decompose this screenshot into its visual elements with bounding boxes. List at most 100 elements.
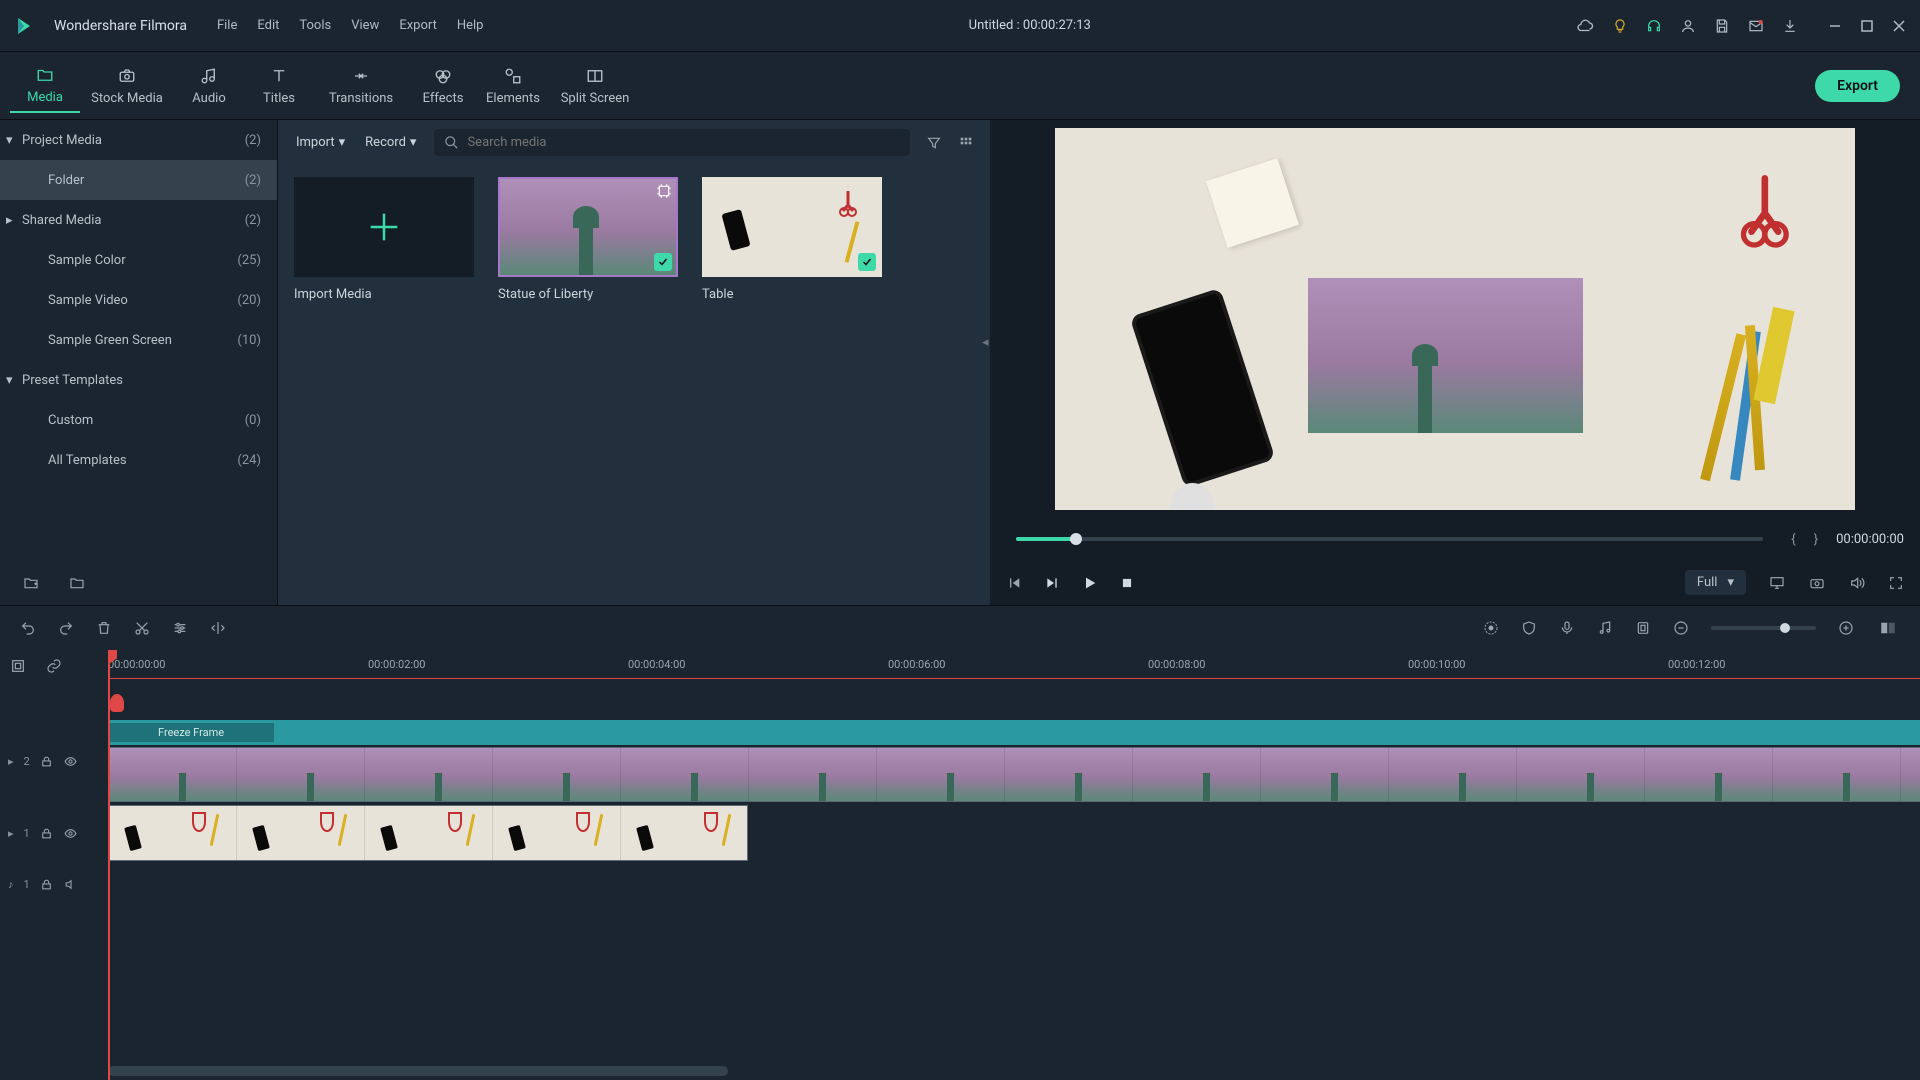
mail-icon[interactable] (1748, 18, 1764, 34)
fullscreen-icon[interactable] (1888, 575, 1904, 591)
zoom-slider[interactable] (1711, 626, 1816, 630)
sidebar-sample-green-screen[interactable]: Sample Green Screen(10) (0, 320, 277, 360)
lock-icon[interactable] (40, 827, 53, 840)
close-icon[interactable] (1892, 19, 1906, 33)
tab-split-screen[interactable]: Split Screen (548, 59, 642, 112)
grid-view-icon[interactable] (958, 135, 974, 151)
menu-file[interactable]: File (217, 18, 237, 33)
menu-tools[interactable]: Tools (299, 18, 331, 33)
timeline-ruler[interactable]: 00:00:00:00 00:00:02:00 00:00:04:00 00:0… (108, 650, 1920, 720)
cut-icon[interactable] (134, 620, 150, 636)
media-tile-table[interactable]: Table (702, 177, 882, 302)
sidebar-preset-templates[interactable]: ▾ Preset Templates (0, 360, 277, 400)
import-dropdown[interactable]: Import ▾ (294, 131, 347, 154)
track-head-a1[interactable]: ♪1 (0, 864, 108, 904)
search-input[interactable] (467, 135, 900, 150)
step-forward-icon[interactable] (1044, 575, 1060, 591)
lightbulb-icon[interactable] (1612, 18, 1628, 34)
tab-titles[interactable]: Titles (244, 59, 314, 112)
track-head-v1[interactable]: ▸1 (0, 802, 108, 864)
headphones-icon[interactable] (1646, 18, 1662, 34)
playhead[interactable] (108, 650, 110, 1080)
volume-icon[interactable] (1848, 575, 1866, 591)
download-icon[interactable] (1782, 18, 1798, 34)
display-icon[interactable] (1768, 575, 1786, 591)
tab-audio[interactable]: Audio (174, 59, 244, 112)
marker-icon[interactable] (1635, 620, 1651, 636)
menu-view[interactable]: View (351, 18, 379, 33)
minimize-icon[interactable] (1828, 19, 1842, 33)
lock-icon[interactable] (40, 755, 53, 768)
user-icon[interactable] (1680, 18, 1696, 34)
check-icon (654, 253, 672, 271)
mic-icon[interactable] (1559, 620, 1575, 636)
tab-elements[interactable]: Elements (478, 59, 548, 112)
import-media-tile[interactable]: Import Media (294, 177, 474, 302)
brace-left[interactable]: { (1791, 532, 1795, 547)
link-icon[interactable] (46, 658, 62, 674)
play-icon[interactable] (1082, 575, 1098, 591)
timeline-options-icon[interactable] (10, 658, 26, 674)
record-dropdown[interactable]: Record ▾ (363, 131, 418, 154)
freeze-frame-bar[interactable]: Freeze Frame (108, 720, 1920, 745)
brace-right[interactable]: } (1814, 532, 1818, 547)
stop-icon[interactable] (1120, 576, 1134, 590)
clip-table[interactable]: ▸Table (108, 805, 748, 861)
eye-icon[interactable] (63, 827, 78, 840)
eye-icon[interactable] (63, 755, 78, 768)
prev-frame-icon[interactable] (1006, 575, 1022, 591)
quality-dropdown[interactable]: Full▾ (1685, 570, 1746, 595)
clip-statue[interactable]: ▸Statue of Liberty (108, 747, 1920, 802)
timeline-tracks[interactable]: 00:00:00:00 00:00:02:00 00:00:04:00 00:0… (108, 650, 1920, 1080)
sidebar-project-media[interactable]: ▾ Project Media(2) (0, 120, 277, 160)
lock-icon[interactable] (40, 878, 53, 891)
split-icon[interactable] (210, 620, 226, 636)
preview-scrubber[interactable] (1016, 537, 1763, 541)
sidebar-custom[interactable]: Custom(0) (0, 400, 277, 440)
music-icon (200, 65, 218, 87)
marker-icon[interactable] (110, 694, 124, 712)
zoom-in-icon[interactable] (1838, 620, 1854, 636)
new-folder-icon[interactable] (22, 575, 40, 591)
zoom-out-icon[interactable] (1673, 620, 1689, 636)
maximize-icon[interactable] (1860, 19, 1874, 33)
track-head-v2[interactable]: ▸2 (0, 720, 108, 802)
sidebar-sample-color[interactable]: Sample Color(25) (0, 240, 277, 280)
adjust-icon[interactable] (172, 620, 188, 636)
redo-icon[interactable] (58, 620, 74, 636)
undo-icon[interactable] (20, 620, 36, 636)
audio-mix-icon[interactable] (1597, 620, 1613, 636)
camera-icon (116, 65, 138, 87)
menu-help[interactable]: Help (457, 18, 484, 33)
tab-media[interactable]: Media (10, 58, 80, 113)
menu-edit[interactable]: Edit (257, 18, 279, 33)
sidebar-sample-video[interactable]: Sample Video(20) (0, 280, 277, 320)
save-icon[interactable] (1714, 18, 1730, 34)
preview-viewport[interactable] (1055, 128, 1855, 510)
sidebar-all-templates[interactable]: All Templates(24) (0, 440, 277, 480)
fit-icon[interactable] (1876, 619, 1900, 637)
tab-stock-media[interactable]: Stock Media (80, 59, 174, 112)
export-button[interactable]: Export (1815, 70, 1900, 102)
media-tile-statue[interactable]: Statue of Liberty (498, 177, 678, 302)
snapshot-icon[interactable] (1808, 575, 1826, 591)
sidebar-shared-media[interactable]: ▸ Shared Media(2) (0, 200, 277, 240)
mute-icon[interactable] (63, 878, 78, 891)
menu-export[interactable]: Export (399, 18, 437, 33)
delete-icon[interactable] (96, 620, 112, 636)
tab-transitions[interactable]: Transitions (314, 59, 408, 112)
filter-icon[interactable] (926, 135, 942, 151)
shield-icon[interactable] (1521, 620, 1537, 636)
search-input-wrap[interactable] (434, 129, 910, 156)
timeline-scrollbar[interactable] (108, 1066, 728, 1076)
cloud-icon[interactable] (1576, 17, 1594, 35)
preview-panel: { } 00:00:00:00 Full▾ (990, 120, 1920, 605)
chevron-down-icon: ▾ (1727, 575, 1734, 590)
tab-effects[interactable]: Effects (408, 59, 478, 112)
folder-icon[interactable] (68, 575, 86, 591)
sidebar-folder[interactable]: Folder(2) (0, 160, 277, 200)
color-icon[interactable] (1483, 620, 1499, 636)
collapse-handle-icon[interactable]: ◂ (982, 320, 992, 364)
media-panel: Import ▾ Record ▾ Import Media Statue of… (278, 120, 990, 605)
app-name: Wondershare Filmora (54, 18, 187, 34)
